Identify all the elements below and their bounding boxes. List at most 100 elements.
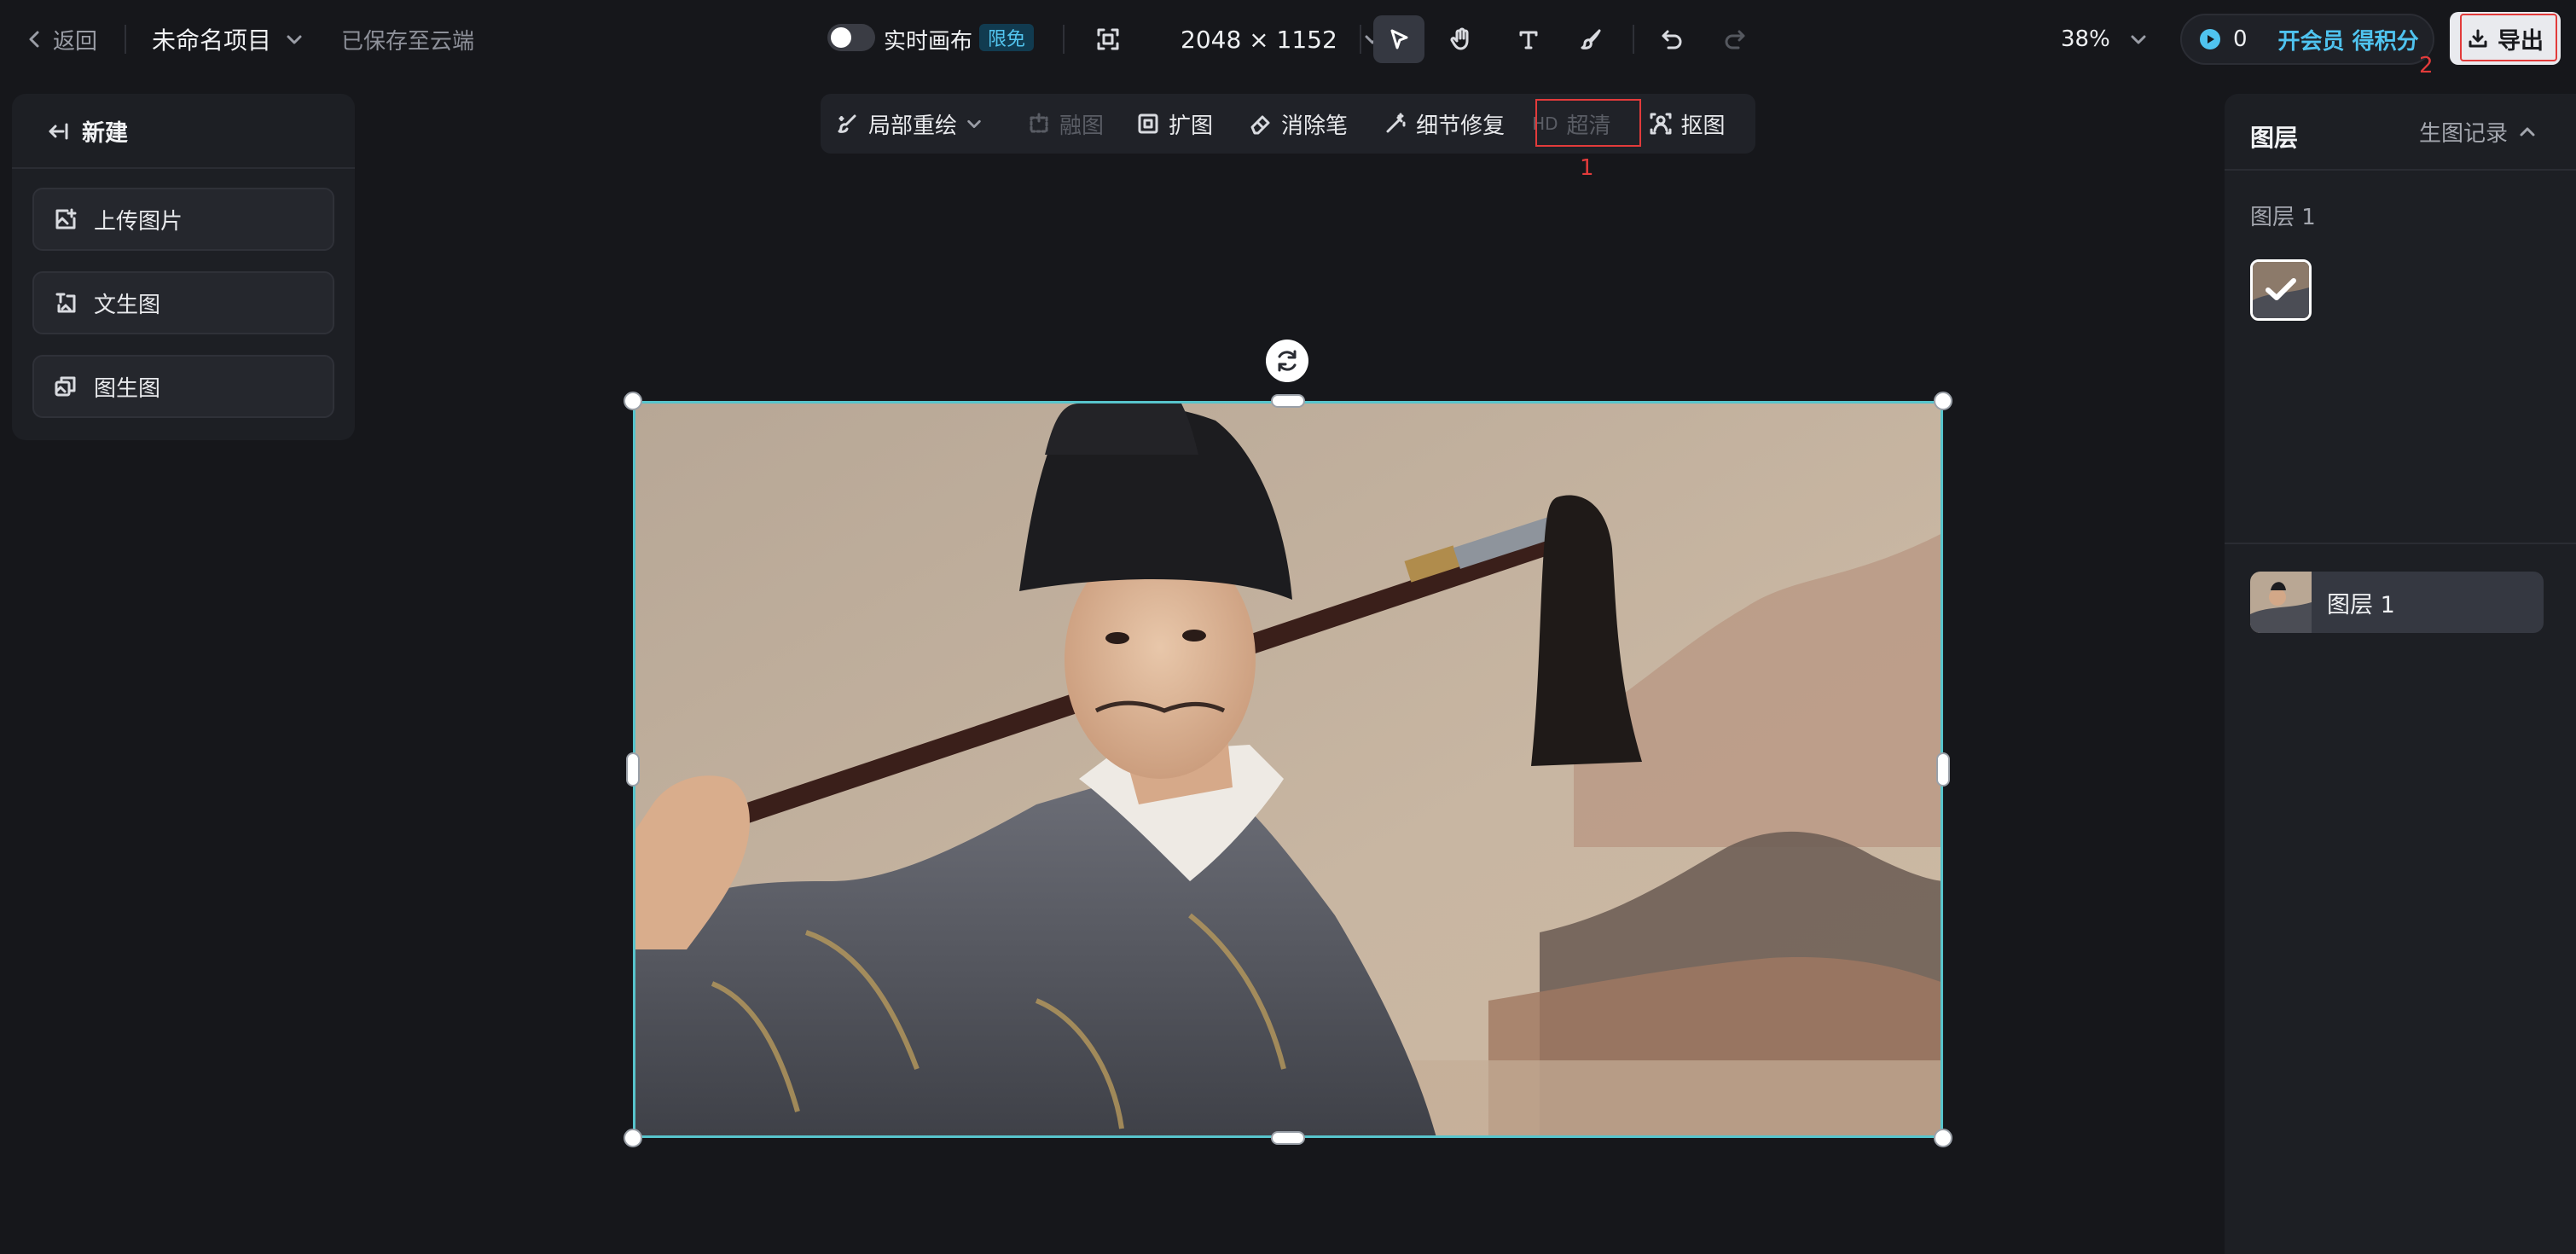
image-to-image-button[interactable]: 图生图 <box>32 355 334 418</box>
chevron-down-icon <box>967 119 981 128</box>
layer-name: 图层 1 <box>2327 591 2395 618</box>
save-status: 已保存至云端 <box>341 28 475 55</box>
resize-handle-left[interactable] <box>626 752 640 787</box>
expand-icon <box>1138 113 1158 134</box>
cutout-label: 抠图 <box>1680 113 1726 139</box>
chevron-down-icon <box>287 35 302 44</box>
text-to-image-button[interactable]: 文生图 <box>32 271 334 334</box>
canvas-image[interactable] <box>633 401 1943 1138</box>
divider <box>2225 543 2576 544</box>
upload-image-icon <box>55 208 77 229</box>
rotate-icon <box>1278 350 1297 372</box>
layer-thumbnail-selected[interactable] <box>2250 259 2312 321</box>
magic-wand-icon <box>1386 113 1406 133</box>
layers-panel: 图层 生图记录 图层 1 图层 1 <box>2225 94 2576 1254</box>
expand-label: 扩图 <box>1169 113 1214 139</box>
panel-title: 图层 <box>2250 124 2299 152</box>
resize-handle-bottom[interactable] <box>1271 1131 1305 1145</box>
project-name-dropdown[interactable]: 未命名项目 <box>152 19 304 60</box>
new-label: 新建 <box>82 120 128 147</box>
detail-fix-label: 细节修复 <box>1416 113 1506 139</box>
text-to-image-label: 文生图 <box>94 292 161 318</box>
eraser-button[interactable]: 消除笔 <box>1249 100 1348 148</box>
eraser-label: 消除笔 <box>1281 113 1349 139</box>
canvas-size-dropdown[interactable]: 2048 × 1152 <box>1095 19 1382 60</box>
inpaint-brush-icon <box>838 114 856 133</box>
annotation-number-2: 2 <box>2419 53 2434 78</box>
project-name: 未命名项目 <box>152 26 272 55</box>
canvas-size: 2048 × 1152 <box>1181 25 1337 54</box>
blend-icon <box>1030 113 1048 133</box>
hand-tool-button[interactable] <box>1436 15 1488 63</box>
history-label: 生图记录 <box>2419 121 2509 147</box>
credits-button[interactable]: 0 开会员 得积分 <box>2180 14 2434 65</box>
rotate-button[interactable] <box>1266 340 1308 382</box>
annotation-box-export <box>2460 14 2557 61</box>
text-to-image-icon <box>55 293 76 313</box>
divider <box>125 25 126 54</box>
cutout-button[interactable]: 抠图 <box>1649 100 1726 148</box>
brush-tool-button[interactable] <box>1566 15 1617 63</box>
layer-thumbnail <box>2250 572 2312 633</box>
live-canvas-label: 实时画布 <box>884 28 973 55</box>
back-label: 返回 <box>53 28 98 55</box>
chevron-down-icon <box>2131 35 2146 44</box>
divider <box>1360 25 1361 54</box>
resize-handle-top-right[interactable] <box>1934 392 1952 410</box>
portrait-image <box>635 403 1941 1135</box>
thumbnail-image <box>2253 262 2309 318</box>
layer-row[interactable]: 图层 1 <box>2250 572 2544 633</box>
cursor-arrow-icon <box>1390 29 1408 49</box>
left-panel: 新建 上传图片 文生图 图生图 <box>12 94 355 440</box>
image-to-image-icon <box>55 376 76 397</box>
resize-icon <box>1097 28 1119 50</box>
back-button[interactable]: 返回 <box>26 19 97 60</box>
live-canvas-toggle[interactable] <box>827 24 875 51</box>
undo-button[interactable] <box>1646 15 1697 63</box>
zoom-level: 38% <box>2061 26 2110 52</box>
resize-handle-right[interactable] <box>1936 752 1950 787</box>
divider <box>12 167 355 169</box>
eraser-icon <box>1250 115 1270 135</box>
annotation-box-hd <box>1535 99 1641 147</box>
new-button[interactable]: 新建 <box>46 114 128 148</box>
divider <box>2225 169 2576 171</box>
vip-label: 开会员 得积分 <box>2277 28 2419 55</box>
resize-handle-bottom-right[interactable] <box>1934 1129 1952 1147</box>
resize-handle-bottom-left[interactable] <box>624 1129 642 1147</box>
undo-icon <box>1662 30 1682 49</box>
chevron-left-icon <box>29 31 39 48</box>
divider <box>1063 25 1065 54</box>
free-badge: 限免 <box>979 24 1035 51</box>
inpaint-label: 局部重绘 <box>868 113 958 139</box>
select-tool-button[interactable] <box>1373 15 1424 63</box>
text-tool-button[interactable] <box>1503 15 1554 63</box>
image-to-image-label: 图生图 <box>94 375 161 402</box>
chevron-up-icon <box>2520 127 2535 136</box>
upload-image-label: 上传图片 <box>94 208 183 235</box>
hand-icon <box>1450 27 1469 50</box>
blend-label: 融图 <box>1059 113 1105 139</box>
blend-button[interactable]: 融图 <box>1027 100 1104 148</box>
credit-coin-icon <box>2200 29 2220 49</box>
zoom-dropdown[interactable]: 38% <box>2061 19 2148 60</box>
resize-handle-top[interactable] <box>1271 394 1305 408</box>
cutout-person-icon <box>1650 113 1672 135</box>
history-toggle[interactable]: 生图记录 <box>2419 116 2537 148</box>
resize-handle-top-left[interactable] <box>624 392 642 410</box>
text-icon <box>1519 31 1538 49</box>
layer-group-label: 图层 1 <box>2250 205 2316 230</box>
brush-icon <box>1581 29 1601 49</box>
divider <box>1633 25 1634 54</box>
detail-fix-button[interactable]: 细节修复 <box>1384 100 1505 148</box>
top-bar: 返回 未命名项目 已保存至云端 实时画布 限免 2048 × 1152 38% <box>0 0 2576 78</box>
credits-count: 0 <box>2233 26 2248 52</box>
toggle-knob <box>831 27 851 48</box>
collapse-left-icon <box>49 123 68 139</box>
redo-button[interactable] <box>1709 15 1761 63</box>
inpaint-button[interactable]: 局部重绘 <box>836 100 983 148</box>
annotation-number-1: 1 <box>1580 155 1594 181</box>
redo-icon <box>1725 30 1745 49</box>
upload-image-button[interactable]: 上传图片 <box>32 188 334 251</box>
expand-button[interactable]: 扩图 <box>1136 100 1213 148</box>
